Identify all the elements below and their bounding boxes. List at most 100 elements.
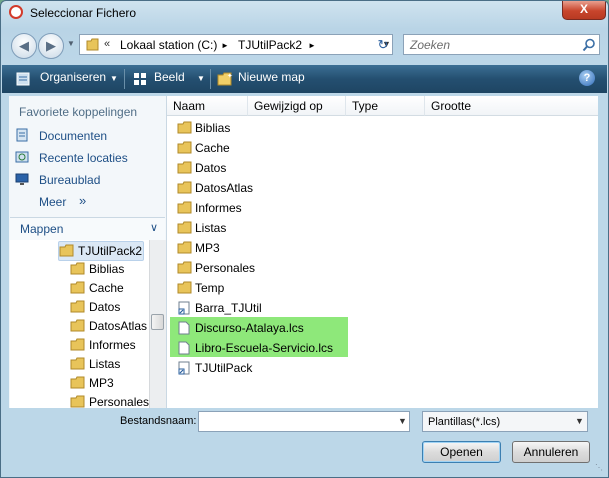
file-name: Barra_TJUtil	[195, 301, 262, 315]
cancel-button[interactable]: Annuleren	[512, 441, 590, 463]
column-label: Type	[352, 99, 379, 113]
folder-tree-scrollbar[interactable]	[149, 240, 166, 408]
file-type-value: Plantillas(*.lcs)	[428, 416, 501, 428]
open-button[interactable]: Openen	[422, 441, 501, 463]
address-arrow-icon[interactable]: ►	[221, 41, 229, 50]
folder-icon	[70, 395, 85, 408]
tree-item-label: Cache	[89, 281, 124, 295]
tree-item-label: Informes	[89, 338, 136, 352]
tree-item-label: Datos	[89, 300, 121, 314]
new-folder-button[interactable]: Nieuwe map	[238, 70, 305, 84]
column-label: Naam	[173, 99, 206, 113]
filename-label: Bestandsnaam:	[120, 415, 197, 427]
folder-icon	[177, 141, 192, 154]
organize-button[interactable]: Organiseren	[40, 70, 106, 84]
file-list: Naam Gewijzigd op Type Grootte Biblias C…	[167, 96, 598, 408]
tree-item-tjutilpack2[interactable]: TJUtilPack2	[58, 241, 144, 261]
column-header-size[interactable]: Grootte	[425, 96, 598, 116]
folder-icon	[70, 376, 85, 389]
folder-icon	[86, 38, 99, 51]
folder-icon	[70, 338, 85, 351]
folder-icon	[70, 319, 85, 332]
help-button[interactable]: ?	[579, 70, 595, 86]
document-icon	[178, 341, 190, 355]
forward-arrow-icon: ▶	[46, 38, 56, 53]
organize-dropdown-icon[interactable]: ▼	[110, 74, 118, 83]
favorite-label: Documenten	[39, 129, 108, 143]
file-type-dropdown-icon[interactable]: ▼	[575, 416, 584, 426]
title-bar[interactable]: Seleccionar Fichero X	[1, 1, 608, 27]
document-icon	[178, 321, 190, 335]
file-name: Discurso-Atalaya.lcs	[195, 321, 304, 335]
folder-icon	[70, 262, 85, 275]
file-name: Personales	[195, 261, 256, 275]
resize-grip-icon[interactable]: ⋱	[595, 463, 603, 472]
folder-icon	[70, 357, 85, 370]
back-button[interactable]: ◀	[11, 33, 37, 59]
tree-item-label: MP3	[89, 376, 114, 390]
folder-icon	[177, 121, 192, 134]
tree-item-label: Biblias	[89, 262, 125, 276]
view-button[interactable]: Beeld	[154, 70, 185, 84]
scrollbar-thumb[interactable]	[151, 314, 164, 330]
tree-item-label: Personales	[89, 395, 149, 408]
folder-icon	[177, 161, 192, 174]
file-name: Libro-Escuela-Servicio.lcs	[195, 341, 334, 355]
column-header-modified[interactable]: Gewijzigd op	[248, 96, 346, 116]
view-icon	[134, 73, 146, 85]
toolbar-divider	[124, 69, 125, 89]
filename-input[interactable]: ▼	[198, 411, 410, 432]
favorite-label: Recente locaties	[39, 151, 128, 165]
column-header-name[interactable]: Naam	[167, 96, 248, 116]
favorite-label: Bureaublad	[39, 173, 101, 187]
address-segment-drive[interactable]: Lokaal station (C:)	[120, 38, 217, 52]
shortcut-icon	[178, 301, 190, 315]
folders-header[interactable]: Mappen ∨	[10, 217, 165, 241]
column-label: Grootte	[431, 99, 472, 113]
refresh-icon: ↻	[377, 37, 389, 52]
folder-icon	[59, 244, 74, 257]
folder-icon	[70, 300, 85, 313]
folder-icon	[177, 221, 192, 234]
address-segment-folder[interactable]: TJUtilPack2	[238, 38, 302, 52]
folder-tree: TJUtilPack2 Biblias Cache Datos DatosAtl…	[10, 240, 149, 408]
search-box[interactable]: Zoeken	[403, 34, 600, 55]
command-bar: Organiseren ▼ Beeld ▼ ✦ Nieuwe map ?	[2, 65, 607, 93]
address-overflow-chevron[interactable]: «	[104, 38, 110, 50]
tree-item-label: TJUtilPack2	[78, 244, 143, 258]
folder-icon	[177, 281, 192, 294]
svg-text:✦: ✦	[227, 72, 233, 80]
folder-icon	[70, 281, 85, 294]
desktop-icon	[15, 173, 29, 185]
view-dropdown-icon[interactable]: ▼	[197, 74, 205, 83]
folder-icon	[177, 201, 192, 214]
recent-pages-dropdown[interactable]: ▼	[67, 39, 75, 48]
refresh-button[interactable]: ↻	[373, 35, 393, 54]
column-header-type[interactable]: Type	[346, 96, 425, 116]
address-arrow-icon[interactable]: ►	[308, 41, 316, 50]
close-button[interactable]: X	[562, 1, 606, 20]
address-bar[interactable]: « Lokaal station (C:) ► TJUtilPack2 ► ▼	[79, 34, 393, 55]
tree-item-label: Listas	[89, 357, 121, 371]
file-type-select[interactable]: Plantillas(*.lcs) ▼	[422, 411, 588, 432]
shortcut-icon	[178, 361, 190, 375]
file-name: Cache	[195, 141, 230, 155]
recent-places-icon	[15, 151, 29, 163]
tree-item-label: DatosAtlas	[89, 319, 148, 333]
new-folder-icon: ✦	[217, 72, 233, 86]
file-name: Datos	[195, 161, 227, 175]
file-name: Listas	[195, 221, 227, 235]
folder-icon	[177, 241, 192, 254]
file-name: MP3	[195, 241, 220, 255]
folder-icon	[177, 181, 192, 194]
filename-dropdown-icon[interactable]: ▼	[398, 416, 407, 426]
back-arrow-icon: ◀	[19, 38, 29, 53]
more-label: Meer	[39, 195, 67, 209]
more-chevron-icon: »	[79, 193, 87, 208]
opera-icon	[9, 5, 23, 19]
forward-button[interactable]: ▶	[38, 33, 64, 59]
favorites-title: Favoriete koppelingen	[19, 105, 138, 119]
toolbar-divider	[210, 69, 211, 89]
folder-icon	[177, 261, 192, 274]
search-icon[interactable]	[582, 38, 596, 52]
